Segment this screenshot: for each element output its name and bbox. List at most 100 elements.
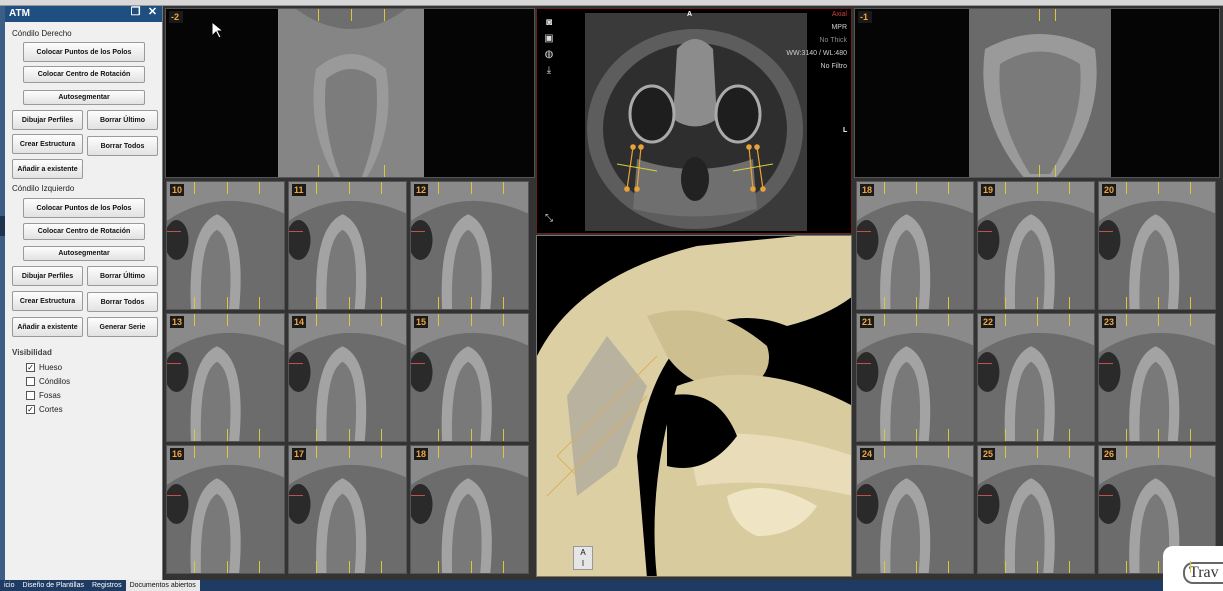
mouse-cursor xyxy=(211,21,223,39)
slice-view[interactable]: 23 xyxy=(1098,313,1216,442)
generate-series-button[interactable]: Generar Serie xyxy=(87,317,158,337)
right-delete-last-button[interactable]: Borrar Último xyxy=(87,110,158,130)
guide-line xyxy=(316,297,317,309)
slice-scan-image xyxy=(978,182,1094,309)
bottom-taskbar: icio Diseño de Plantillas Registros Docu… xyxy=(0,580,1223,591)
checkbox-box[interactable] xyxy=(26,391,35,400)
orientation-cube-front: A xyxy=(580,548,586,557)
left-draw-profiles-button[interactable]: Dibujar Perfiles xyxy=(12,266,83,286)
slice-index-label: 19 xyxy=(981,184,996,196)
right-draw-profiles-button[interactable]: Dibujar Perfiles xyxy=(12,110,83,130)
guide-line xyxy=(916,314,917,326)
guide-line xyxy=(194,446,195,458)
slice-view[interactable]: 24 xyxy=(856,445,974,574)
slice-view[interactable]: 10 xyxy=(166,181,285,310)
guide-line xyxy=(349,314,350,326)
slice-view[interactable]: 15 xyxy=(410,313,529,442)
left-delete-all-button[interactable]: Borrar Todos xyxy=(87,292,158,312)
camera-icon[interactable]: ◙ xyxy=(543,17,555,28)
reference-mark xyxy=(289,231,303,232)
guide-line xyxy=(227,561,228,573)
reference-mark xyxy=(857,363,871,364)
guide-line xyxy=(1069,429,1070,441)
visibility-condyles-checkbox[interactable]: Cóndilos xyxy=(26,377,70,386)
axial-view[interactable]: A L Axial MPR No Thick WW:3140 / WL:480 … xyxy=(536,8,852,234)
reference-mark xyxy=(1099,231,1113,232)
viewport-area: -2 -1 10 11 12 13 14 15 16 17 18 18 19 20 21 22 23 24 2… xyxy=(164,6,1223,580)
right-place-poles-button[interactable]: Colocar Puntos de los Polos xyxy=(23,42,145,62)
reference-mark xyxy=(167,495,181,496)
slice-view[interactable]: 21 xyxy=(856,313,974,442)
restore-icon[interactable]: ❐ xyxy=(130,7,141,18)
tab-open-documents[interactable]: Documentos abiertos xyxy=(125,580,200,591)
reference-mark xyxy=(167,231,181,232)
orientation-cube[interactable]: A I xyxy=(573,546,593,570)
image-icon[interactable]: ▣ xyxy=(543,33,555,44)
collapse-icon[interactable]: ⤡ xyxy=(543,213,555,224)
checkbox-box[interactable] xyxy=(26,377,35,386)
guide-line xyxy=(381,429,382,441)
slice-view[interactable]: 11 xyxy=(288,181,407,310)
checkbox-box[interactable]: ✓ xyxy=(26,405,35,414)
slice-view[interactable]: 25 xyxy=(977,445,1095,574)
guide-line xyxy=(1190,446,1191,458)
3d-render-view[interactable]: A I xyxy=(536,235,852,577)
visibility-fossae-checkbox[interactable]: Fosas xyxy=(26,391,61,400)
reference-mark xyxy=(289,363,303,364)
guide-line xyxy=(1005,182,1006,194)
condyle-view-top-right[interactable]: -1 xyxy=(854,8,1220,178)
guide-line xyxy=(318,9,319,21)
guide-line xyxy=(316,429,317,441)
left-add-existing-button[interactable]: Añadir a existente xyxy=(12,317,83,337)
visibility-bone-checkbox[interactable]: ✓ Hueso xyxy=(26,363,62,372)
slice-view[interactable]: 18 xyxy=(410,445,529,574)
slice-view[interactable]: 22 xyxy=(977,313,1095,442)
left-place-center-button[interactable]: Colocar Centro de Rotación xyxy=(23,223,145,240)
left-place-poles-button[interactable]: Colocar Puntos de los Polos xyxy=(23,198,145,218)
guide-line xyxy=(349,429,350,441)
guide-line xyxy=(1037,429,1038,441)
slice-view[interactable]: 12 xyxy=(410,181,529,310)
guide-line xyxy=(1126,561,1127,573)
left-create-structure-button[interactable]: Crear Estructura xyxy=(12,291,83,311)
slice-view[interactable]: 16 xyxy=(166,445,285,574)
right-delete-all-button[interactable]: Borrar Todos xyxy=(87,136,158,156)
panel-header: ATM ❐ ✕ xyxy=(5,6,162,22)
right-create-structure-button[interactable]: Crear Estructura xyxy=(12,134,83,154)
guide-line xyxy=(1190,314,1191,326)
guide-line xyxy=(1069,561,1070,573)
checkbox-box[interactable]: ✓ xyxy=(26,363,35,372)
slice-scan-image xyxy=(289,182,406,309)
left-autoseg-button[interactable]: Autosegmentar xyxy=(23,246,145,261)
guide-line xyxy=(503,297,504,309)
guide-line xyxy=(948,561,949,573)
guide-line xyxy=(316,314,317,326)
guide-line xyxy=(1037,446,1038,458)
right-place-center-button[interactable]: Colocar Centro de Rotación xyxy=(23,66,145,83)
export-icon[interactable]: ⤓ xyxy=(543,65,555,76)
slice-scan-image xyxy=(411,314,528,441)
guide-line xyxy=(259,429,260,441)
slice-view[interactable]: 20 xyxy=(1098,181,1216,310)
slice-view[interactable]: 18 xyxy=(856,181,974,310)
tab-home[interactable]: icio xyxy=(0,580,19,591)
guide-line xyxy=(916,446,917,458)
slice-view[interactable]: 17 xyxy=(288,445,407,574)
guide-line xyxy=(1069,297,1070,309)
right-add-existing-button[interactable]: Añadir a existente xyxy=(12,159,83,179)
visibility-cuts-checkbox[interactable]: ✓ Cortes xyxy=(26,405,63,414)
tab-records[interactable]: Registros xyxy=(88,580,126,591)
right-autoseg-button[interactable]: Autosegmentar xyxy=(23,90,145,105)
globe-icon[interactable]: ◍ xyxy=(543,49,555,60)
reference-mark xyxy=(978,495,992,496)
tab-template-design[interactable]: Diseño de Plantillas xyxy=(19,580,88,591)
close-icon[interactable]: ✕ xyxy=(147,7,158,18)
slice-view[interactable]: 19 xyxy=(977,181,1095,310)
guide-line xyxy=(1190,297,1191,309)
left-delete-last-button[interactable]: Borrar Último xyxy=(87,266,158,286)
guide-line xyxy=(1126,314,1127,326)
slice-index-label: 22 xyxy=(981,316,996,328)
guide-line xyxy=(471,182,472,194)
slice-view[interactable]: 14 xyxy=(288,313,407,442)
slice-view[interactable]: 13 xyxy=(166,313,285,442)
